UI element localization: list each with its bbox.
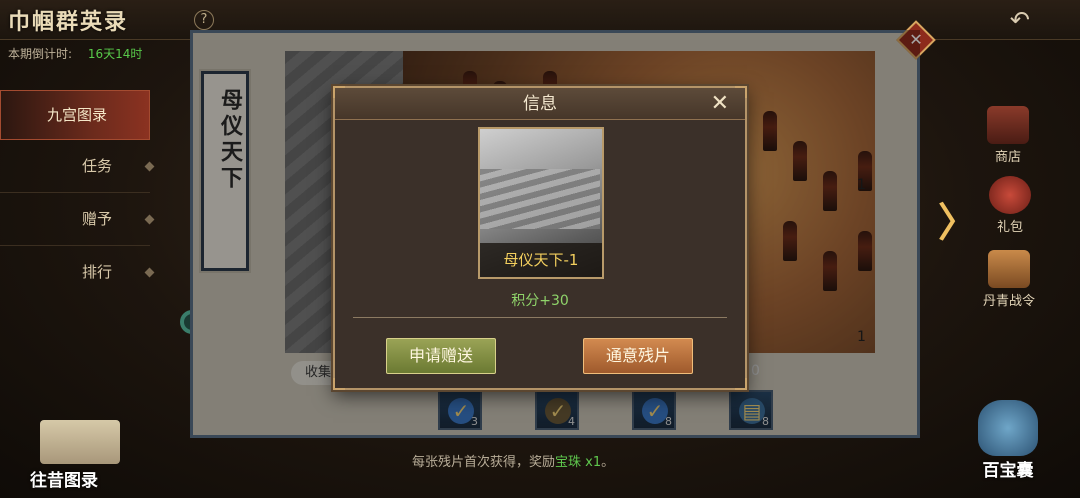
- diamond-icon: [144, 267, 155, 278]
- back-icon[interactable]: ↶: [1010, 6, 1030, 34]
- battle-pass-button[interactable]: 丹青战令: [972, 250, 1046, 309]
- card-artwork: [480, 169, 600, 229]
- shard-card: 母仪天下-1: [478, 127, 604, 279]
- treasure-bag-button[interactable]: 百宝囊: [962, 400, 1054, 490]
- reward-hint: 每张残片首次获得，奖励宝珠 x1。: [412, 455, 615, 470]
- dialog-title: 信息: [523, 94, 557, 114]
- left-menu: 九宫图录 任务 赠予 排行: [0, 90, 160, 298]
- divider: [353, 317, 727, 318]
- menu-item-label: 赠予: [82, 210, 113, 228]
- next-arrow-icon[interactable]: 〉: [938, 190, 978, 248]
- shop-label: 商店: [994, 150, 1021, 165]
- shop-button[interactable]: 商店: [980, 106, 1036, 165]
- shard-exchange-button[interactable]: 通意残片: [583, 338, 693, 374]
- close-icon[interactable]: ✕: [711, 90, 729, 118]
- menu-item-label: 九宫图录: [47, 106, 108, 124]
- reward-item: 宝珠 x1: [555, 455, 602, 470]
- battle-pass-label: 丹青战令: [982, 294, 1035, 309]
- past-catalog-label: 往昔图录: [30, 471, 98, 491]
- menu-item-catalog[interactable]: 九宫图录: [0, 90, 150, 140]
- info-dialog: 信息 ✕ 母仪天下-1 积分+30 申请赠送 通意残片: [333, 86, 747, 390]
- gift-button[interactable]: 礼包: [984, 176, 1036, 235]
- points-reward: 积分+30: [511, 293, 569, 309]
- menu-item-rank[interactable]: 排行: [0, 246, 160, 298]
- bag-icon: [978, 400, 1038, 456]
- menu-item-label: 排行: [82, 263, 113, 281]
- menu-item-tasks[interactable]: 任务: [0, 140, 160, 192]
- treasure-bag-label: 百宝囊: [982, 461, 1034, 481]
- diamond-icon: [144, 214, 155, 225]
- card-name: 母仪天下-1: [480, 243, 602, 277]
- chest-icon: [987, 106, 1029, 144]
- book-icon: [40, 420, 120, 464]
- countdown: 本期倒计时: 16天14时: [8, 45, 142, 62]
- request-gift-button[interactable]: 申请赠送: [386, 338, 496, 374]
- countdown-label: 本期倒计时:: [8, 47, 73, 61]
- gift-label: 礼包: [996, 220, 1023, 235]
- page-title: 巾帼群英录: [8, 9, 129, 35]
- menu-item-gift[interactable]: 赠予: [0, 193, 160, 245]
- menu-item-label: 任务: [82, 157, 113, 175]
- past-catalog-button[interactable]: 往昔图录: [20, 420, 140, 491]
- dialog-header: 信息 ✕: [335, 88, 745, 120]
- gift-bag-icon: [989, 176, 1031, 214]
- help-icon[interactable]: ?: [194, 10, 214, 30]
- brush-icon: [988, 250, 1030, 288]
- countdown-value: 16天14时: [87, 47, 143, 61]
- diamond-icon: [144, 161, 155, 172]
